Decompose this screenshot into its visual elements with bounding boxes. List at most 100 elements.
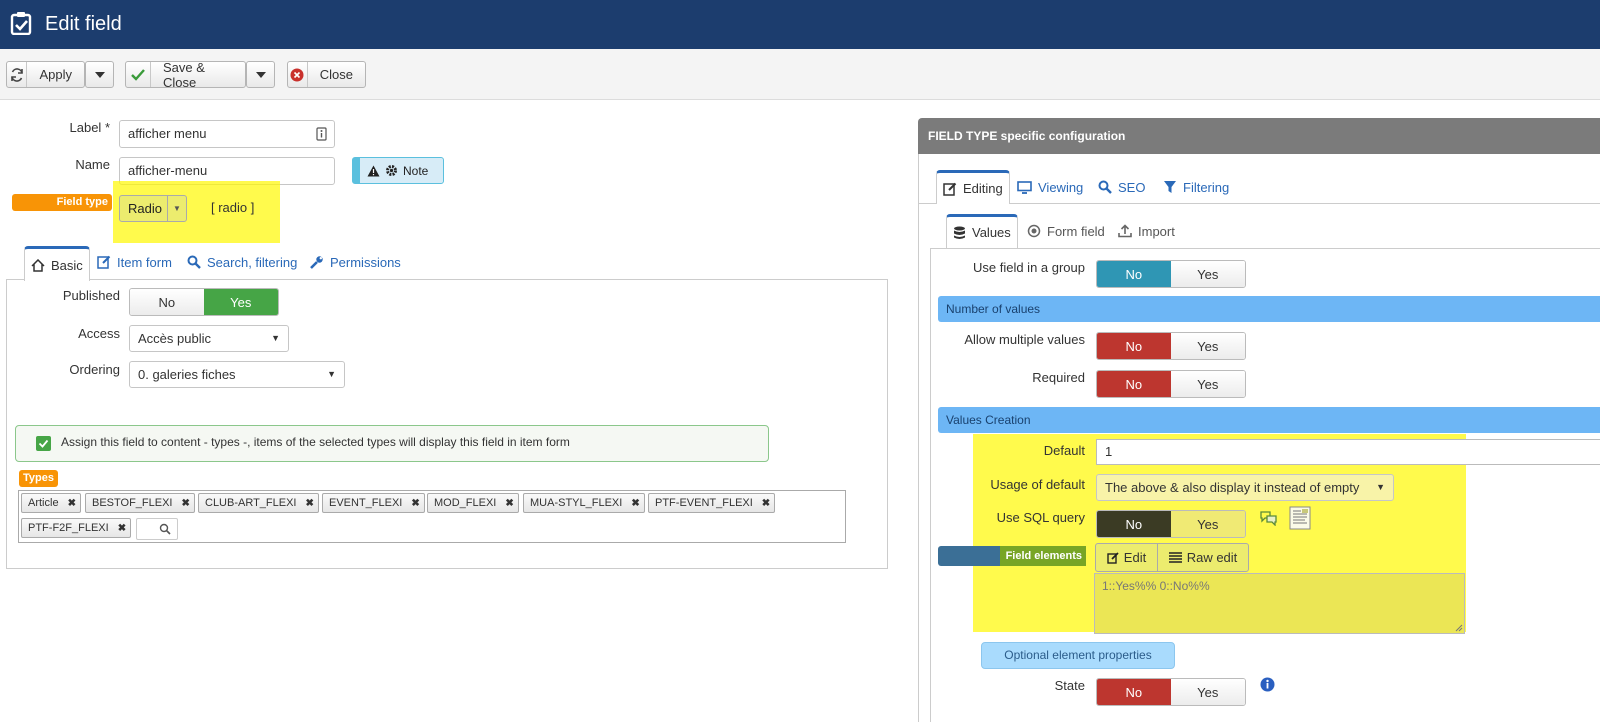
subtab-import[interactable]: Import <box>1118 214 1175 248</box>
tab-editing-label: Editing <box>963 181 1003 196</box>
comments-icon[interactable] <box>1259 510 1278 526</box>
field-elements-textarea[interactable]: 1::Yes%% 0::No%% <box>1094 573 1465 634</box>
use-group-toggle[interactable]: No Yes <box>1096 260 1246 288</box>
number-of-values-section: Number of values <box>938 296 1600 322</box>
apply-button[interactable]: Apply <box>6 61 85 88</box>
published-toggle[interactable]: No Yes <box>129 288 279 316</box>
info-icon[interactable] <box>1260 677 1275 692</box>
tab-seo[interactable]: SEO <box>1098 170 1145 204</box>
tab-seo-label: SEO <box>1118 179 1146 195</box>
access-label: Access <box>78 326 120 341</box>
remove-chip-icon[interactable]: ✖ <box>762 498 770 509</box>
caret-down-icon: ▼ <box>271 333 280 343</box>
remove-chip-icon[interactable]: ✖ <box>118 523 126 534</box>
state-yes-option[interactable]: Yes <box>1170 679 1245 705</box>
home-icon <box>31 258 45 272</box>
subtab-values[interactable]: Values <box>946 214 1018 248</box>
edit-label: Edit <box>1123 550 1147 565</box>
field-info-icon <box>316 127 327 141</box>
state-toggle[interactable]: No Yes <box>1096 678 1246 706</box>
usage-default-label: Usage of default <box>990 477 1085 492</box>
apply-dropdown-toggle[interactable] <box>85 61 114 88</box>
default-input[interactable]: 1 <box>1096 439 1600 465</box>
remove-chip-icon[interactable]: ✖ <box>631 498 639 509</box>
type-chip: EVENT_FLEXI ✖ <box>322 493 425 513</box>
note-button[interactable]: Note <box>352 157 444 184</box>
values-creation-section: Values Creation <box>938 407 1600 433</box>
type-chip: PTF-EVENT_FLEXI ✖ <box>648 493 776 513</box>
default-value: 1 <box>1105 444 1113 459</box>
label-field-label: Label * <box>40 120 111 135</box>
tab-permissions[interactable]: Permissions <box>309 245 401 279</box>
use-sql-yes-option[interactable]: Yes <box>1170 511 1245 537</box>
remove-chip-icon[interactable]: ✖ <box>306 498 314 509</box>
label-text: Label <box>69 120 102 135</box>
types-search-input[interactable] <box>136 518 178 540</box>
published-no-option[interactable]: No <box>130 289 204 315</box>
field-type-select[interactable]: Radio ▼ <box>119 195 187 222</box>
type-chip-label: PTF-F2F_FLEXI <box>28 522 109 534</box>
tab-editing[interactable]: Editing <box>936 170 1010 204</box>
label-input-value: afficher menu <box>128 126 207 141</box>
allow-multiple-toggle[interactable]: No Yes <box>1096 332 1246 360</box>
field-elements-edit-button[interactable]: Edit <box>1096 544 1158 571</box>
field-elements-raw-edit-button[interactable]: Raw edit <box>1158 544 1248 571</box>
save-close-button[interactable]: Save & Close <box>125 60 246 90</box>
state-no-option[interactable]: No <box>1097 679 1171 705</box>
tab-search-filtering[interactable]: Search, filtering <box>187 245 297 279</box>
access-select[interactable]: Accès public ▼ <box>129 325 289 352</box>
allow-multiple-yes-option[interactable]: Yes <box>1170 333 1245 359</box>
use-sql-toggle[interactable]: No Yes <box>1096 510 1246 538</box>
remove-chip-icon[interactable]: ✖ <box>411 498 419 509</box>
use-group-yes-option[interactable]: Yes <box>1170 261 1245 287</box>
published-yes-option[interactable]: Yes <box>203 289 278 315</box>
label-input[interactable]: afficher menu <box>119 120 335 148</box>
assign-types-notice: Assign this field to content - types -, … <box>15 425 769 462</box>
wrench-icon <box>310 256 323 269</box>
save-dropdown-toggle[interactable] <box>246 61 275 88</box>
subtab-form-field[interactable]: Form field <box>1027 214 1105 248</box>
warning-icon <box>367 165 380 176</box>
caret-down-icon <box>255 71 266 78</box>
tab-filtering[interactable]: Filtering <box>1163 170 1229 204</box>
close-label: Close <box>319 67 353 82</box>
page-title: Edit field <box>45 13 122 35</box>
allow-multiple-no-option[interactable]: No <box>1097 333 1171 359</box>
usage-default-select[interactable]: The above & also display it instead of e… <box>1096 474 1394 501</box>
optional-element-properties-button[interactable]: Optional element properties <box>981 642 1175 669</box>
type-chip: MOD_FLEXI ✖ <box>427 493 519 513</box>
remove-chip-icon[interactable]: ✖ <box>505 498 513 509</box>
field-elements-label: Field elements <box>1000 546 1086 566</box>
required-yes-option[interactable]: Yes <box>1170 371 1245 397</box>
use-sql-label: Use SQL query <box>996 510 1085 525</box>
close-button[interactable]: Close <box>287 61 366 88</box>
required-no-option[interactable]: No <box>1097 371 1171 397</box>
remove-chip-icon[interactable]: ✖ <box>182 498 190 509</box>
access-value: Accès public <box>138 331 211 346</box>
required-toggle[interactable]: No Yes <box>1096 370 1246 398</box>
refresh-icon <box>7 62 28 87</box>
header-bar <box>0 0 1600 49</box>
close-circle-icon <box>288 62 308 87</box>
resize-handle-icon[interactable] <box>1455 624 1463 632</box>
upload-icon <box>1118 224 1132 238</box>
caret-down-icon: ▼ <box>327 369 336 379</box>
use-sql-no-option[interactable]: No <box>1097 511 1171 537</box>
tab-item-form-label: Item form <box>117 254 172 270</box>
type-chip: PTF-F2F_FLEXI ✖ <box>21 518 132 538</box>
apply-label: Apply <box>39 67 72 82</box>
tab-viewing[interactable]: Viewing <box>1017 170 1083 204</box>
usage-default-value: The above & also display it instead of e… <box>1105 480 1360 495</box>
type-chip: Article ✖ <box>21 493 81 513</box>
document-icon[interactable] <box>1289 506 1311 530</box>
type-chip: CLUB-ART_FLEXI ✖ <box>198 493 319 513</box>
tab-item-form[interactable]: Item form <box>97 245 172 279</box>
remove-chip-icon[interactable]: ✖ <box>68 498 76 509</box>
type-chip-label: MOD_FLEXI <box>434 497 497 509</box>
tab-basic[interactable]: Basic <box>24 246 90 281</box>
edit-icon <box>97 255 111 269</box>
use-group-no-option[interactable]: No <box>1097 261 1171 287</box>
ordering-value: 0. galeries fiches <box>138 367 236 382</box>
edit-icon <box>943 182 957 196</box>
ordering-select[interactable]: 0. galeries fiches ▼ <box>129 361 345 388</box>
